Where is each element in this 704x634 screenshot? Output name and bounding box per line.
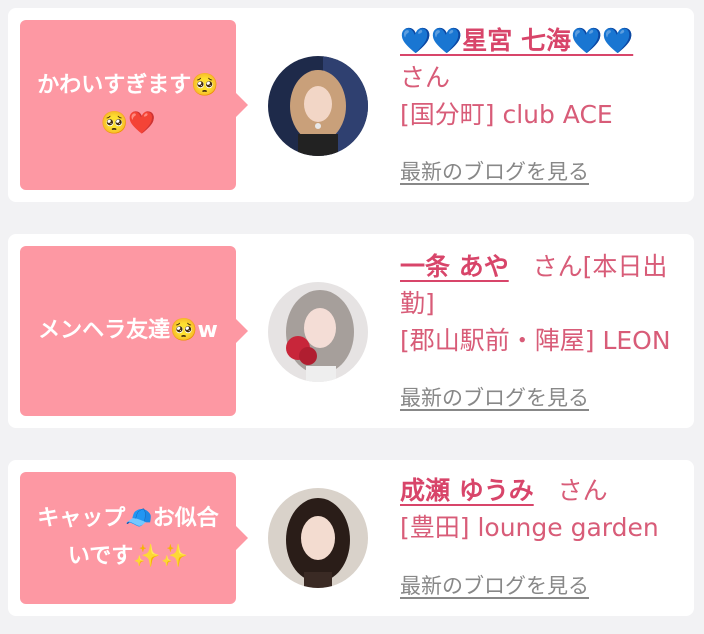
avatar[interactable] bbox=[268, 56, 368, 156]
avatar-photo bbox=[268, 56, 368, 156]
honorific: さん bbox=[400, 63, 451, 92]
cast-name-link[interactable]: 一条 あや bbox=[400, 252, 509, 281]
comment-bubble: メンヘラ友達🥺w bbox=[20, 246, 248, 416]
cast-info: 💙💙星宮 七海💙💙 さん [国分町] club ACE bbox=[400, 22, 690, 133]
comment-text: キャップ🧢お似合 いです✨✨ bbox=[37, 506, 219, 569]
shop-name: [国分町] club ACE bbox=[400, 100, 613, 129]
cast-name-link[interactable]: 成瀬 ゆうみ bbox=[400, 476, 534, 505]
recommendation-card: かわいすぎます🥺 🥺❤️ 💙💙星宮 七海💙💙 さん [国分町] club ACE… bbox=[8, 8, 694, 202]
cast-info: 成瀬 ゆうみ さん [豊田] lounge garden bbox=[400, 472, 690, 546]
shop-name: [豊田] lounge garden bbox=[400, 513, 659, 542]
comment-bubble: かわいすぎます🥺 🥺❤️ bbox=[20, 20, 248, 190]
comment-bubble: キャップ🧢お似合 いです✨✨ bbox=[20, 472, 248, 604]
comment-text: メンヘラ友達🥺w bbox=[38, 318, 218, 343]
shop-name: [郡山駅前・陣屋] LEON bbox=[400, 326, 671, 355]
comment-text: かわいすぎます🥺 🥺❤️ bbox=[37, 73, 219, 136]
cast-info: 一条 あや さん[本日出勤] [郡山駅前・陣屋] LEON bbox=[400, 248, 690, 359]
blog-link[interactable]: 最新のブログを見る bbox=[400, 570, 589, 600]
honorific: さん bbox=[557, 476, 608, 505]
recommendation-card: キャップ🧢お似合 いです✨✨ 成瀬 ゆうみ さん [豊田] lounge gar… bbox=[8, 460, 694, 616]
avatar-photo bbox=[268, 282, 368, 382]
blog-link[interactable]: 最新のブログを見る bbox=[400, 156, 589, 186]
blog-link[interactable]: 最新のブログを見る bbox=[400, 382, 589, 412]
recommendation-card: メンヘラ友達🥺w 一条 あや さん[本日出勤] [郡山駅前・陣屋] LEON 最… bbox=[8, 234, 694, 428]
avatar-photo bbox=[268, 488, 368, 588]
avatar[interactable] bbox=[268, 282, 368, 382]
avatar[interactable] bbox=[268, 488, 368, 588]
cast-name-link[interactable]: 💙💙星宮 七海💙💙 bbox=[400, 26, 633, 55]
